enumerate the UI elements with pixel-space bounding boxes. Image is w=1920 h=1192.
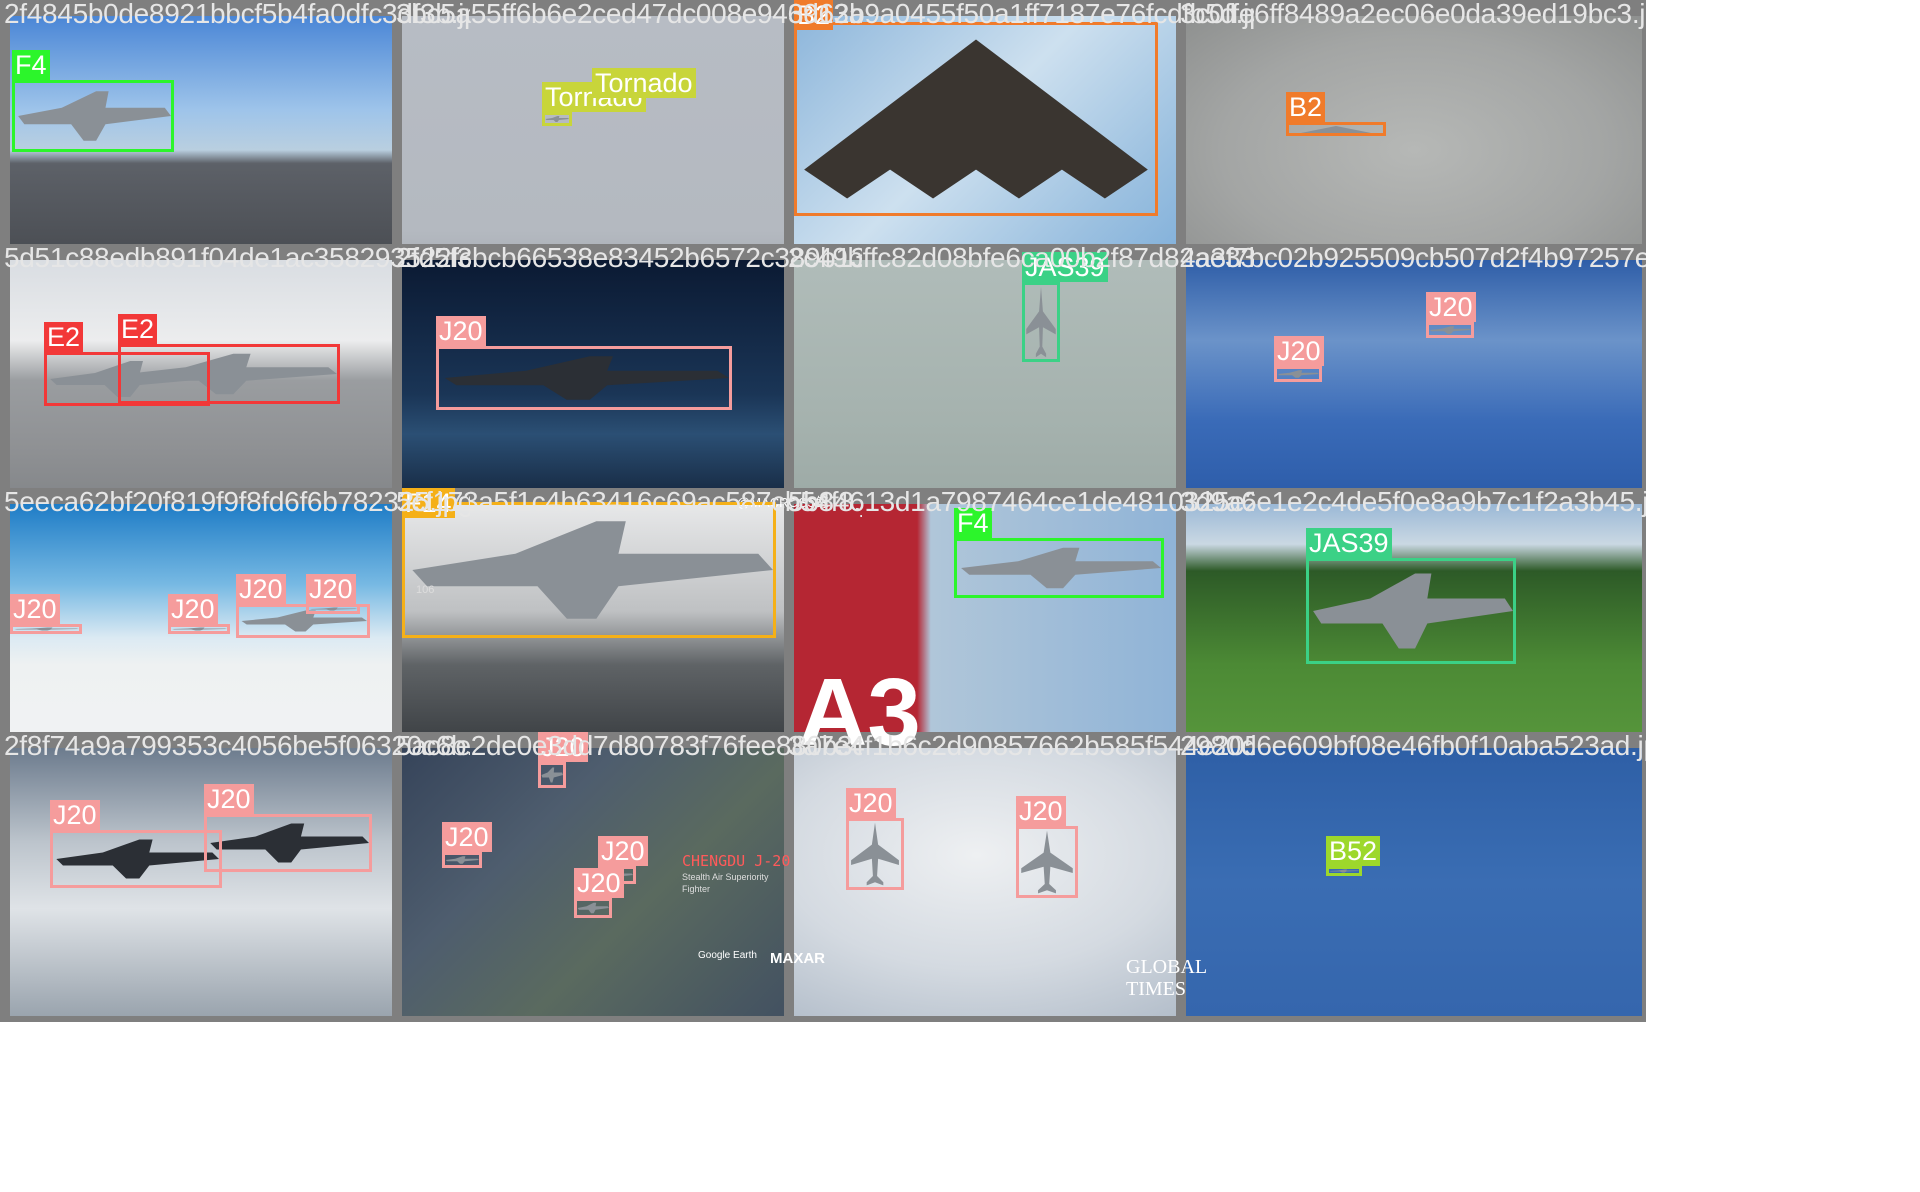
- filename-label: 3d9a6e1e2c4de5f0e8a9b7c1f2a3b45.jpg: [1180, 488, 1646, 517]
- watermark-global: GLOBAL: [1126, 956, 1208, 978]
- detection-label: B2: [1286, 92, 1326, 122]
- detection-label: J20: [1426, 292, 1476, 322]
- detection-label: J20: [50, 800, 100, 830]
- image-tile[interactable]: 2980d6e609bf08e46fb0f10aba523ad.jpg B52: [1176, 732, 1646, 1022]
- overlay-subtitle: Fighter: [682, 884, 711, 894]
- bounding-box[interactable]: [118, 344, 340, 404]
- bounding-box[interactable]: [1326, 866, 1362, 876]
- bounding-box[interactable]: [436, 346, 732, 410]
- bounding-box[interactable]: [1022, 282, 1060, 362]
- bounding-box[interactable]: [1306, 558, 1516, 664]
- detection-grid: 2f4845b0de8921bbcf5b4fa0dfc3df3b.jpg F4 3b…: [0, 0, 1920, 1192]
- bounding-box[interactable]: [538, 762, 566, 788]
- bounding-box[interactable]: [846, 818, 904, 890]
- detection-label: J20: [1274, 336, 1324, 366]
- filename-label: 4a3f7bc02b925509cb507d2f4b97257e.jpg: [1180, 244, 1646, 273]
- detection-label: Tornado: [592, 68, 696, 98]
- detection-label: B52: [1326, 836, 1381, 866]
- photo-thumbnail: [1186, 748, 1642, 1016]
- detection-label: J20: [846, 788, 896, 818]
- bounding-box[interactable]: [12, 80, 174, 152]
- detection-label: J20: [436, 316, 486, 346]
- bounding-box[interactable]: [954, 538, 1164, 598]
- detection-label: J20: [204, 784, 254, 814]
- detection-label: J20: [574, 868, 624, 898]
- detection-label: J20: [442, 822, 492, 852]
- bounding-box[interactable]: [1274, 366, 1322, 382]
- detection-label: J20: [236, 574, 286, 604]
- bounding-box[interactable]: [542, 112, 572, 126]
- overlay-title: CHENGDU J-20: [682, 852, 791, 870]
- bounding-box[interactable]: [1286, 122, 1386, 136]
- filename-label: 2980d6e609bf08e46fb0f10aba523ad.jpg: [1180, 732, 1646, 761]
- detection-label: E2: [118, 314, 158, 344]
- detection-label: J20: [168, 594, 218, 624]
- detection-label: F4: [12, 50, 50, 80]
- bounding-box[interactable]: [1016, 826, 1078, 898]
- bounding-box[interactable]: [794, 22, 1158, 216]
- bounding-box[interactable]: [10, 624, 82, 634]
- watermark-maxar: MAXAR: [770, 950, 825, 967]
- bounding-box[interactable]: [204, 814, 372, 872]
- bounding-box[interactable]: [168, 624, 230, 634]
- detection-label: J20: [306, 574, 356, 604]
- bounding-box[interactable]: [402, 502, 776, 638]
- detection-label: J20: [1016, 796, 1066, 826]
- filename-label: 3c0ffe6ff8489a2ec06e0da39ed19bc3.jpg: [1180, 0, 1646, 29]
- bounding-box[interactable]: [306, 604, 360, 614]
- bounding-box[interactable]: [50, 830, 222, 888]
- detection-label: E2: [44, 322, 84, 352]
- bounding-box[interactable]: [1426, 322, 1474, 338]
- watermark-times: TIMES: [1126, 978, 1186, 1000]
- overlay-subtitle: Stealth Air Superiority: [682, 872, 769, 882]
- bounding-box[interactable]: [574, 898, 612, 918]
- bounding-box[interactable]: [442, 852, 482, 868]
- detection-label: JAS39: [1306, 528, 1392, 558]
- watermark-google-earth: Google Earth: [698, 950, 757, 961]
- detection-label: J20: [10, 594, 60, 624]
- detection-label: J20: [598, 836, 648, 866]
